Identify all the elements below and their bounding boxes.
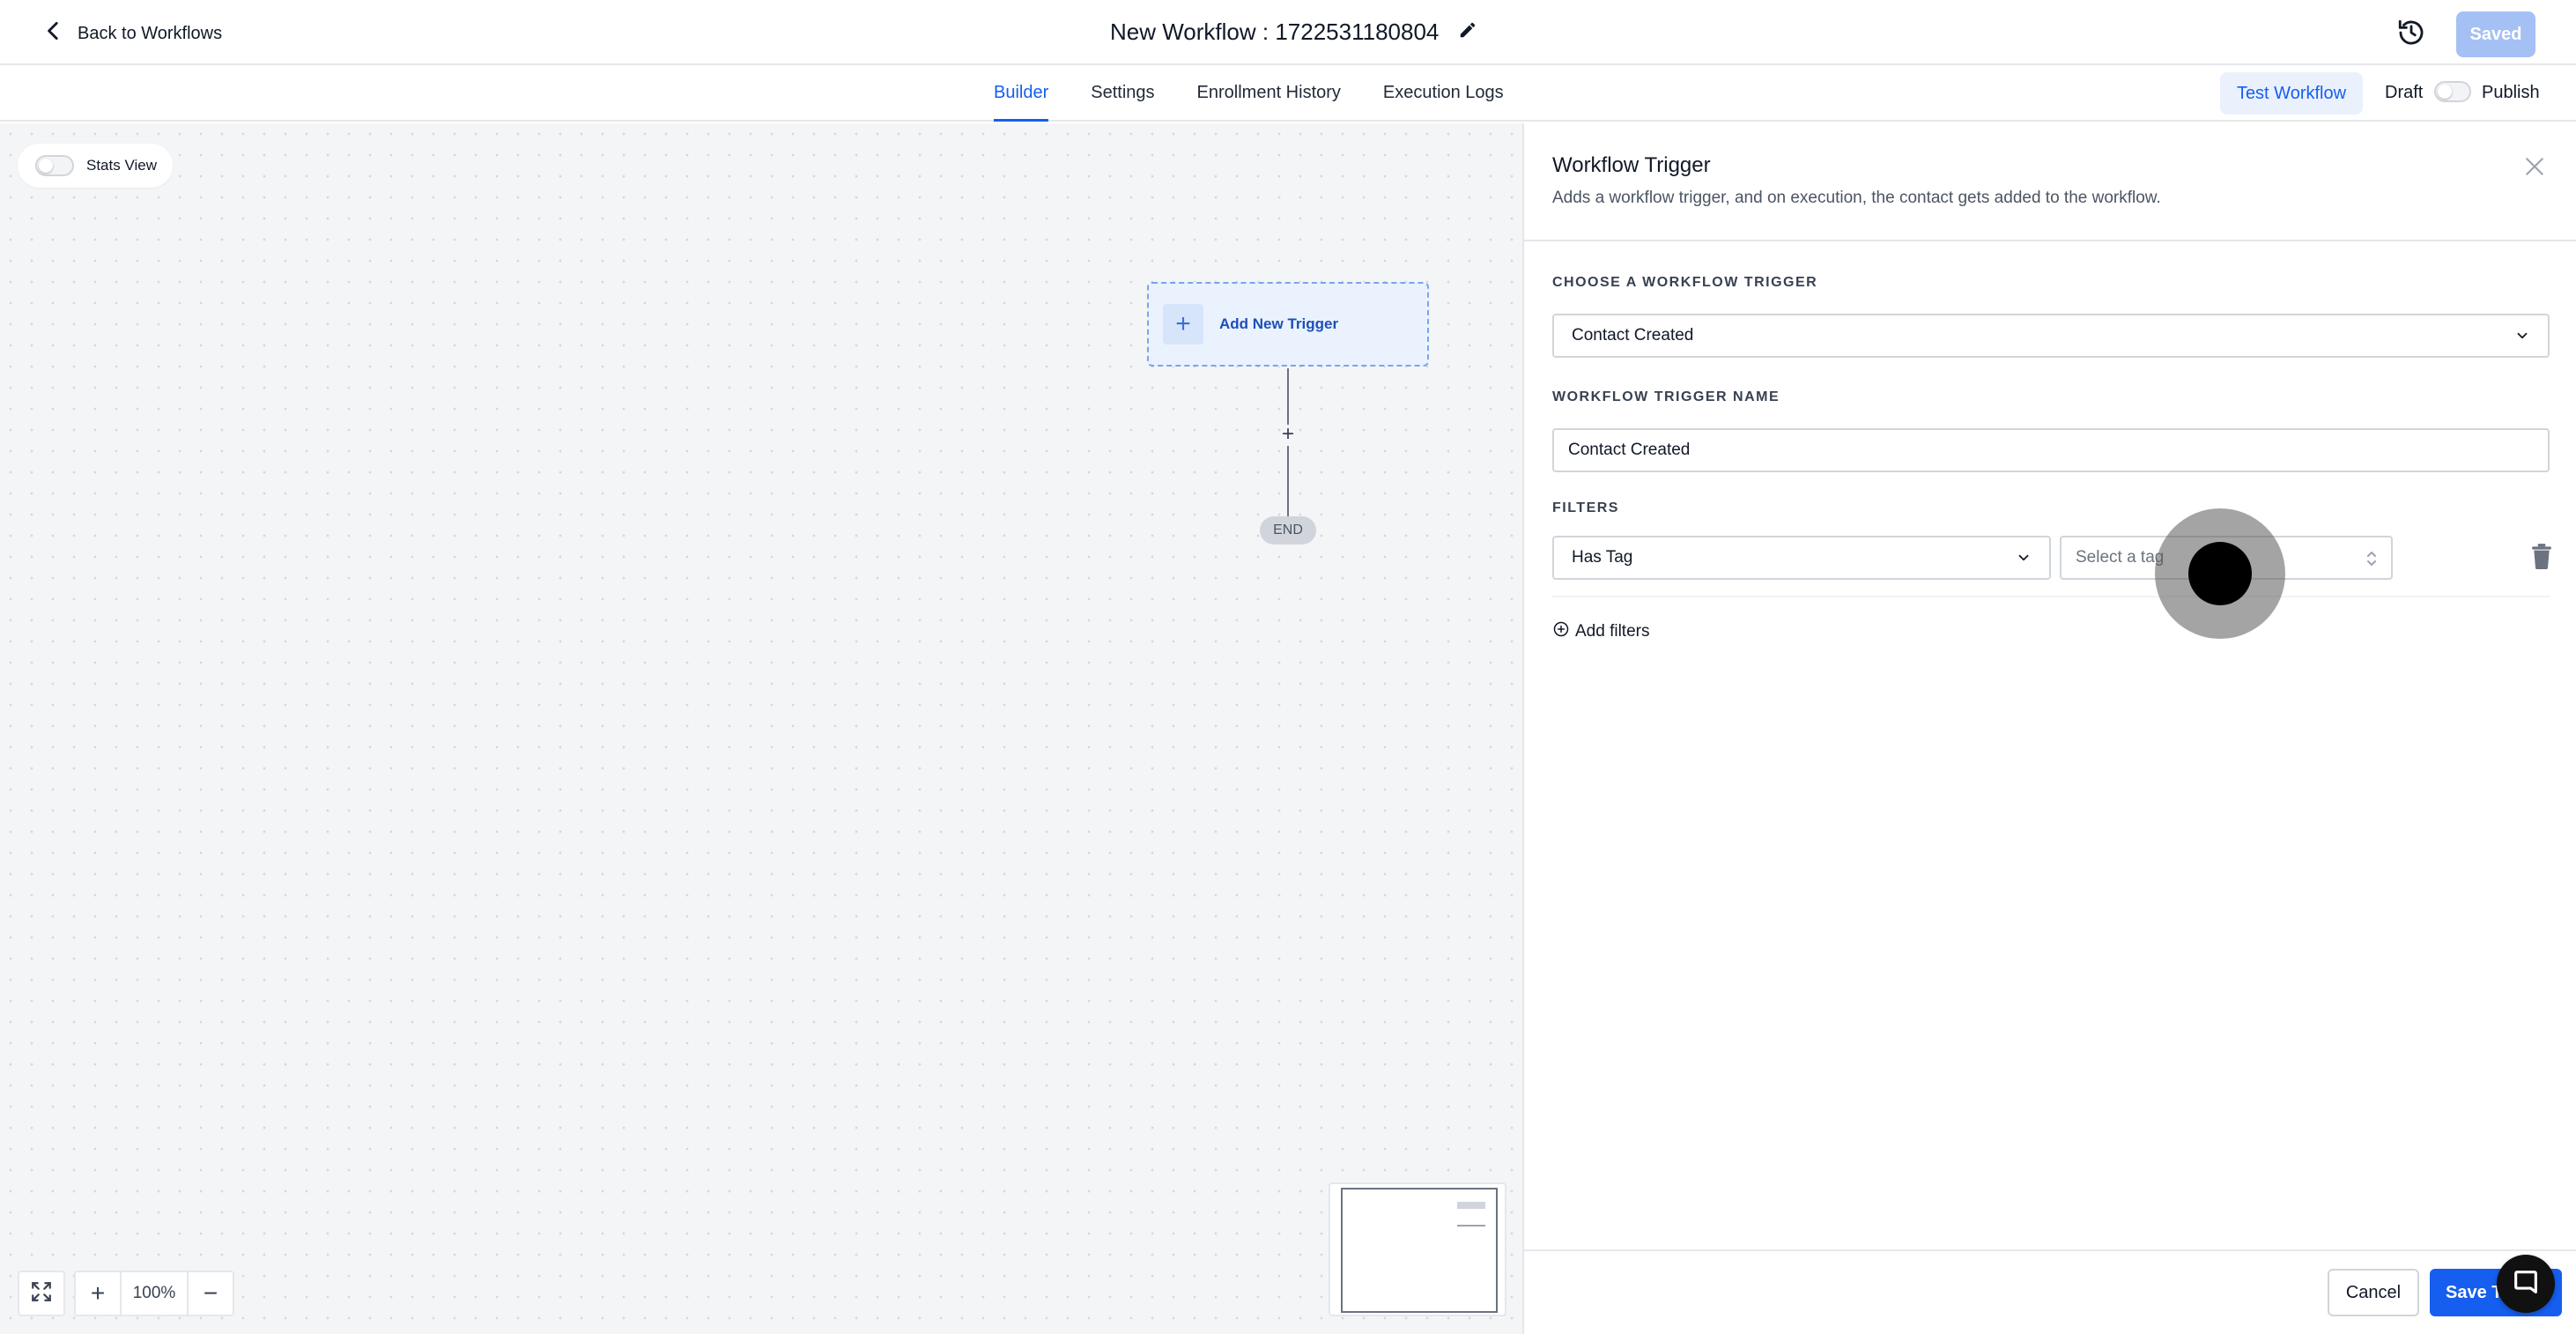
choose-trigger-label: CHOOSE A WORKFLOW TRIGGER [1552, 275, 1818, 290]
trigger-name-value: Contact Created [1568, 441, 1691, 459]
panel-subtitle: Adds a workflow trigger, and on executio… [1552, 189, 2161, 207]
trigger-name-input[interactable]: Contact Created [1552, 428, 2550, 472]
trash-icon[interactable] [2530, 543, 2553, 570]
chat-icon [2511, 1267, 2541, 1301]
trigger-panel: Workflow Trigger Adds a workflow trigger… [1522, 123, 2576, 1334]
zoom-level: 100% [122, 1272, 189, 1315]
minimap[interactable] [1329, 1182, 1506, 1316]
stats-view-control: Stats View [18, 144, 173, 188]
filters-label: FILTERS [1552, 500, 1619, 515]
add-filters-button[interactable]: Add filters [1552, 620, 1649, 643]
back-label: Back to Workflows [78, 23, 223, 43]
divider [1524, 1249, 2576, 1251]
chevron-left-icon [42, 19, 65, 48]
tab-enrollment-history[interactable]: Enrollment History [1197, 67, 1341, 122]
plus-icon: + [1163, 304, 1203, 345]
top-bar: Back to Workflows New Workflow : 1722531… [0, 0, 2576, 65]
add-filters-label: Add filters [1575, 622, 1650, 641]
fit-screen-button[interactable] [18, 1271, 65, 1316]
panel-title: Workflow Trigger [1552, 153, 1711, 177]
tabs-bar: Builder Settings Enrollment History Exec… [0, 67, 2576, 122]
zoom-in-button[interactable]: + [76, 1272, 122, 1315]
zoom-out-button[interactable]: − [189, 1272, 233, 1315]
flow-connector [1287, 446, 1289, 516]
add-new-trigger-node[interactable]: + Add New Trigger [1147, 282, 1429, 367]
test-workflow-button[interactable]: Test Workflow [2220, 72, 2363, 115]
saved-button[interactable]: Saved [2456, 11, 2535, 57]
stats-view-label: Stats View [86, 157, 158, 174]
workflow-canvas[interactable]: Stats View + Add New Trigger + END + 100… [0, 123, 1522, 1334]
chevron-down-icon [2016, 550, 2032, 566]
pencil-icon[interactable] [1458, 19, 1477, 46]
trigger-name-label: WORKFLOW TRIGGER NAME [1552, 389, 1780, 404]
flow-connector [1287, 368, 1289, 425]
updown-icon [2365, 548, 2379, 569]
publish-label: Publish [2482, 83, 2540, 102]
trigger-type-value: Contact Created [1572, 326, 1694, 345]
stats-view-toggle[interactable] [35, 155, 74, 176]
chat-widget-button[interactable] [2497, 1255, 2555, 1313]
divider [1552, 596, 2550, 597]
filter-type-value: Has Tag [1572, 548, 1633, 567]
back-to-workflows-link[interactable]: Back to Workflows [42, 16, 222, 51]
chevron-down-icon [2514, 328, 2530, 344]
minimap-node [1457, 1225, 1485, 1227]
end-node: END [1260, 516, 1316, 545]
add-step-plus-icon[interactable]: + [1278, 424, 1298, 445]
tab-settings[interactable]: Settings [1091, 67, 1154, 122]
workflow-title: New Workflow : 1722531180804 [1110, 14, 1477, 49]
filter-type-select[interactable]: Has Tag [1552, 536, 2051, 580]
add-trigger-label: Add New Trigger [1219, 315, 1339, 332]
tag-select-placeholder: Select a tag [2076, 548, 2165, 567]
fit-screen-icon [30, 1280, 53, 1308]
minimap-node [1457, 1202, 1485, 1209]
tab-execution-logs[interactable]: Execution Logs [1383, 67, 1504, 122]
tab-list: Builder Settings Enrollment History Exec… [994, 67, 1504, 122]
divider [1524, 240, 2576, 241]
close-icon[interactable] [2523, 155, 2546, 178]
cancel-button[interactable]: Cancel [2328, 1269, 2419, 1316]
history-icon[interactable] [2396, 18, 2426, 48]
cursor-dot [2188, 542, 2252, 605]
tab-builder[interactable]: Builder [994, 67, 1049, 122]
workflow-title-text: New Workflow : 1722531180804 [1110, 18, 1440, 45]
draft-label: Draft [2385, 83, 2424, 102]
zoom-controls: + 100% − [74, 1271, 234, 1316]
publish-toggle[interactable] [2434, 81, 2471, 102]
trigger-type-select[interactable]: Contact Created [1552, 314, 2550, 358]
plus-circle-icon [1552, 620, 1570, 643]
